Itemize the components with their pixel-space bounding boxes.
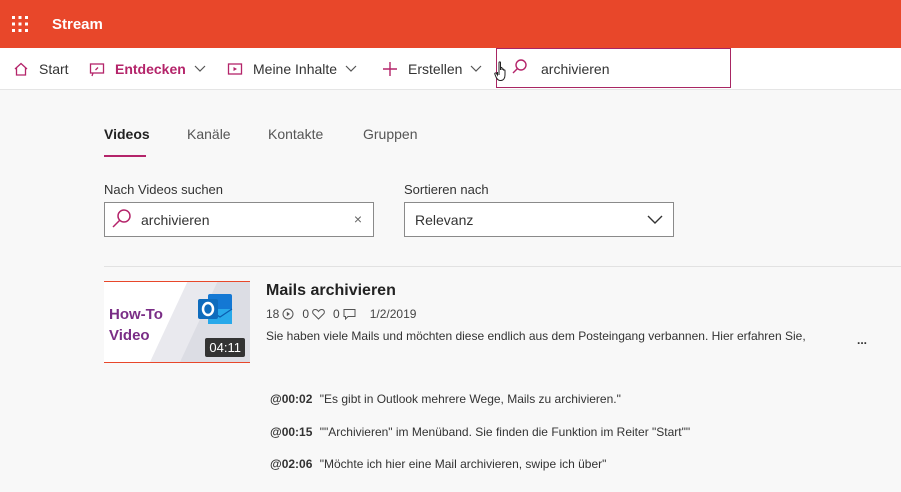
transcript-timestamp[interactable]: @00:02 (270, 392, 312, 406)
video-search-value: archivieren (141, 212, 210, 228)
transcript-timestamp[interactable]: @00:15 (270, 425, 312, 439)
comment-icon[interactable] (343, 308, 356, 320)
nav-entdecken[interactable]: Entdecken (89, 48, 206, 89)
video-search-label: Nach Videos suchen (104, 182, 224, 197)
chevron-down-icon (194, 65, 206, 72)
divider (104, 266, 901, 267)
nav-start[interactable]: Start (13, 48, 69, 89)
plus-icon (383, 61, 397, 76)
chevron-down-icon (647, 215, 663, 224)
transcript-text: ""Archivieren" im Menüband. Sie finden d… (319, 425, 691, 439)
video-title[interactable]: Mails archivieren (266, 282, 396, 300)
nav-start-label: Start (39, 60, 69, 77)
thumbnail-text-line2: Video (109, 327, 150, 344)
heart-icon[interactable] (312, 308, 325, 320)
tab-gruppen[interactable]: Gruppen (363, 126, 417, 142)
sort-label: Sortieren nach (404, 182, 489, 197)
thumbnail-text-line1: How-To (109, 306, 163, 323)
transcript-line[interactable]: @00:15 ""Archivieren" im Menüband. Sie f… (270, 425, 690, 439)
top-bar: Stream (0, 0, 901, 48)
chevron-down-icon (345, 65, 357, 72)
hand-cursor-icon (494, 61, 506, 81)
video-thumbnail[interactable]: How-To Video 04:11 (104, 281, 250, 363)
transcript-text: "Es gibt in Outlook mehrere Wege, Mails … (319, 392, 621, 406)
clear-search-icon[interactable]: × (354, 211, 362, 227)
play-count-icon (282, 308, 294, 320)
tab-kanaele[interactable]: Kanäle (187, 126, 231, 142)
more-options-button[interactable]: ... (857, 333, 867, 347)
video-duration: 04:11 (205, 338, 245, 357)
sort-value: Relevanz (415, 212, 474, 228)
app-title[interactable]: Stream (52, 16, 103, 33)
search-icon (512, 59, 527, 74)
chevron-down-icon (471, 65, 482, 72)
discover-icon (89, 62, 105, 76)
tab-kontakte[interactable]: Kontakte (268, 126, 323, 142)
transcript-text: "Möchte ich hier eine Mail archivieren, … (319, 457, 607, 471)
header-search-value: archivieren (541, 61, 610, 77)
app-launcher-button[interactable] (0, 0, 40, 48)
thumbnail-text: How-To Video (109, 304, 163, 346)
my-content-icon (227, 62, 243, 75)
comment-count: 0 (333, 307, 340, 321)
waffle-icon (12, 16, 28, 32)
video-search-input[interactable]: archivieren × (104, 202, 374, 237)
nav-erstellen-label: Erstellen (408, 60, 463, 77)
sort-dropdown[interactable]: Relevanz (404, 202, 674, 237)
transcript-line[interactable]: @02:06 "Möchte ich hier eine Mail archiv… (270, 457, 606, 471)
nav-meine-inhalte-label: Meine Inhalte (253, 60, 338, 77)
search-icon (112, 209, 131, 228)
nav-bar: Start Entdecken Meine Inhalte Erstellen (0, 48, 901, 90)
nav-erstellen[interactable]: Erstellen (382, 48, 482, 89)
transcript-timestamp[interactable]: @02:06 (270, 457, 312, 471)
active-tab-indicator (104, 155, 146, 157)
outlook-logo-icon (198, 294, 233, 324)
transcript-line[interactable]: @00:02 "Es gibt in Outlook mehrere Wege,… (270, 392, 621, 406)
home-icon (14, 62, 28, 76)
like-count: 0 (302, 307, 310, 321)
video-meta: 18 0 0 1/2/2019 (266, 307, 416, 321)
video-description: Sie haben viele Mails und möchten diese … (266, 329, 806, 343)
upload-date: 1/2/2019 (369, 307, 417, 321)
tab-videos[interactable]: Videos (104, 126, 150, 142)
nav-meine-inhalte[interactable]: Meine Inhalte (227, 48, 357, 89)
nav-entdecken-label: Entdecken (115, 60, 186, 77)
header-search-input[interactable]: archivieren (496, 48, 731, 88)
view-count: 18 (266, 307, 280, 321)
